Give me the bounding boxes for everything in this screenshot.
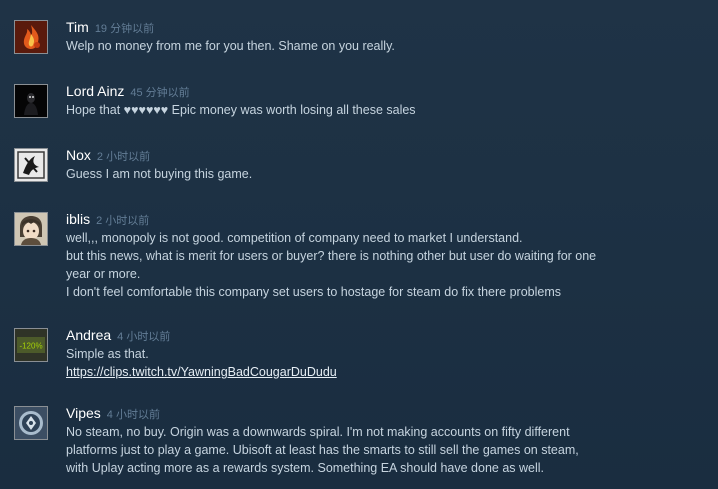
- avatar[interactable]: [14, 20, 48, 54]
- comment-text-line: Guess I am not buying this game.: [66, 167, 253, 181]
- comment-timestamp: 2 小时以前: [96, 215, 150, 227]
- avatar[interactable]: [14, 84, 48, 118]
- comment-header: Andrea 4 小时以前: [66, 325, 706, 345]
- comment-text-line: with Uplay acting more as a rewards syst…: [66, 461, 545, 475]
- comment-text-line: I don't feel comfortable this company se…: [66, 285, 561, 299]
- comment-timestamp: 4 小时以前: [117, 331, 171, 343]
- comment-timestamp: 2 小时以前: [96, 151, 151, 163]
- comment-author[interactable]: Lord Ainz: [66, 83, 124, 99]
- comment-body: Tim 19 分钟以前 Welp no money from me for you…: [66, 17, 706, 55]
- comment-author[interactable]: Tim: [66, 19, 89, 35]
- comment-text-line: Simple as that.: [66, 347, 149, 361]
- emblem-avatar-icon: [15, 149, 47, 181]
- comment-text-line: No steam, no buy. Origin was a downwards…: [66, 425, 570, 439]
- comment-body: Nox 2 小时以前 Guess I am not buying this gam…: [66, 145, 706, 183]
- comment-text-line: year or more.: [66, 267, 141, 281]
- avatar[interactable]: [14, 148, 48, 182]
- comment-header: Tim 19 分钟以前: [66, 17, 706, 37]
- discount-badge-text: -120%: [19, 342, 42, 351]
- comment-author[interactable]: iblis: [66, 211, 90, 227]
- crest-avatar-icon: [15, 407, 47, 439]
- comment-link[interactable]: https://clips.twitch.tv/YawningBadCougar…: [66, 363, 706, 381]
- comment-timestamp: 45 分钟以前: [130, 87, 190, 99]
- comment-body: Vipes 4 小时以前 No steam, no buy. Origin was…: [66, 403, 706, 477]
- comment-header: Vipes 4 小时以前: [66, 403, 706, 423]
- comment-text-line: but this news, what is merit for users o…: [66, 249, 597, 263]
- comment-body: iblis 2 小时以前 well,,, monopoly is not good…: [66, 209, 706, 301]
- comment-header: Lord Ainz 45 分钟以前: [66, 81, 706, 101]
- comment-body: Lord Ainz 45 分钟以前 Hope that ♥♥♥♥♥♥ Epic m…: [66, 81, 706, 119]
- comment-header: iblis 2 小时以前: [66, 209, 706, 229]
- dark-figure-avatar-icon: [15, 85, 47, 117]
- comment-text-line: Welp no money from me for you then. Sham…: [66, 39, 395, 53]
- comment-text-line: well,,, monopoly is not good. competitio…: [66, 231, 523, 245]
- comment-text: Guess I am not buying this game.: [66, 165, 706, 183]
- comment-timestamp: 19 分钟以前: [94, 23, 155, 35]
- comment-text-line: Hope that ♥♥♥♥♥♥ Epic money was worth lo…: [66, 103, 416, 117]
- comment-header: Nox 2 小时以前: [66, 145, 706, 165]
- comment-text: Simple as that. https://clips.twitch.tv/…: [66, 345, 706, 381]
- anime-character-avatar-icon: [15, 213, 47, 245]
- comment-text: Welp no money from me for you then. Sham…: [66, 37, 706, 55]
- comment-author[interactable]: Andrea: [66, 327, 111, 343]
- avatar[interactable]: -120%: [14, 328, 48, 362]
- comment-list: Tim 19 分钟以前 Welp no money from me for you…: [0, 0, 718, 489]
- comment-author[interactable]: Vipes: [66, 405, 101, 421]
- comment-text: Hope that ♥♥♥♥♥♥ Epic money was worth lo…: [66, 101, 706, 119]
- comment-text-line: platforms just to play a game. Ubisoft a…: [66, 443, 579, 457]
- discount-badge-avatar-icon: -120%: [15, 329, 47, 361]
- comment-timestamp: 4 小时以前: [106, 409, 160, 421]
- comment-text: well,,, monopoly is not good. competitio…: [66, 229, 706, 301]
- comment-body: Andrea 4 小时以前 Simple as that. https://cli…: [66, 325, 706, 381]
- avatar[interactable]: [14, 406, 48, 440]
- comment-text: No steam, no buy. Origin was a downwards…: [66, 423, 706, 477]
- flame-avatar-icon: [15, 21, 47, 53]
- avatar[interactable]: [14, 212, 48, 246]
- comment-author[interactable]: Nox: [66, 147, 91, 163]
